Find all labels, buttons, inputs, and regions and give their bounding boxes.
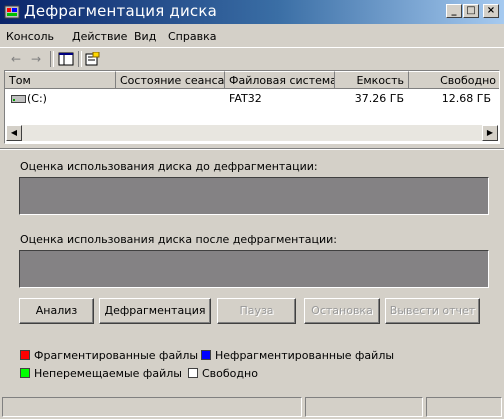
status-bar-pane	[305, 397, 423, 417]
analyze-button[interactable]: Анализ	[19, 298, 94, 324]
free-swatch	[188, 368, 198, 378]
show-hide-console-tree-icon[interactable]	[58, 52, 74, 66]
scroll-right-button[interactable]: ▶	[482, 125, 498, 141]
minimize-button[interactable]: _	[446, 4, 462, 18]
toolbar: ← →	[0, 47, 504, 70]
properties-icon[interactable]	[84, 51, 100, 66]
column-header-filesystem[interactable]: Файловая система	[225, 71, 335, 89]
legend-contiguous: Нефрагментированные файлы	[215, 349, 395, 362]
before-analysis-display	[19, 177, 489, 215]
column-header-free[interactable]: Свободно	[409, 71, 499, 89]
defrag-app-icon[interactable]	[4, 4, 20, 20]
divider	[0, 148, 504, 150]
toolbar-separator	[50, 51, 54, 67]
contiguous-swatch	[201, 350, 211, 360]
window-title: Дефрагментация диска	[24, 2, 218, 20]
column-header-volume[interactable]: Том	[5, 71, 116, 89]
legend-unmovable: Неперемещаемые файлы	[34, 367, 182, 380]
menu-help[interactable]: Справка	[168, 30, 216, 43]
volume-name: (C:)	[27, 92, 47, 105]
volume-list: Том Состояние сеанса Файловая система Ем…	[4, 70, 500, 144]
unmovable-swatch	[20, 368, 30, 378]
toolbar-separator	[78, 51, 82, 67]
close-button[interactable]: ×	[483, 4, 499, 18]
title-bar[interactable]: Дефрагментация диска _ □ ×	[0, 0, 504, 24]
drive-icon	[11, 94, 27, 104]
horizontal-scrollbar[interactable]: ◀ ▶	[6, 125, 498, 141]
after-analysis-display	[19, 250, 489, 288]
status-bar-pane	[2, 397, 302, 417]
pause-button[interactable]: Пауза	[217, 298, 296, 324]
maximize-button[interactable]: □	[463, 4, 479, 18]
menu-console[interactable]: Консоль	[6, 30, 54, 43]
volume-capacity: 37.26 ГБ	[354, 92, 404, 105]
menu-action[interactable]: Действие	[72, 30, 127, 43]
scroll-left-button[interactable]: ◀	[6, 125, 22, 141]
menu-view[interactable]: Вид	[134, 30, 156, 43]
status-bar-pane	[426, 397, 502, 417]
before-analysis-label: Оценка использования диска до дефрагмент…	[20, 160, 318, 173]
defragment-button[interactable]: Дефрагментация	[99, 298, 211, 324]
legend-free: Свободно	[202, 367, 258, 380]
table-row[interactable]: (C:) FAT32 37.26 ГБ 12.68 ГБ	[5, 90, 499, 108]
after-analysis-label: Оценка использования диска после дефрагм…	[20, 233, 338, 246]
volume-filesystem: FAT32	[229, 92, 262, 105]
fragmented-swatch	[20, 350, 30, 360]
forward-arrow-icon[interactable]: →	[28, 52, 44, 66]
column-header-session-status[interactable]: Состояние сеанса	[116, 71, 225, 89]
back-arrow-icon[interactable]: ←	[8, 52, 24, 66]
stop-button[interactable]: Остановка	[304, 298, 380, 324]
column-header-capacity[interactable]: Емкость	[335, 71, 409, 89]
legend-fragmented: Фрагментированные файлы	[34, 349, 199, 362]
view-report-button[interactable]: Вывести отчет	[385, 298, 480, 324]
volume-free: 12.68 ГБ	[441, 92, 491, 105]
menu-bar: Консоль Действие Вид Справка	[0, 26, 504, 46]
